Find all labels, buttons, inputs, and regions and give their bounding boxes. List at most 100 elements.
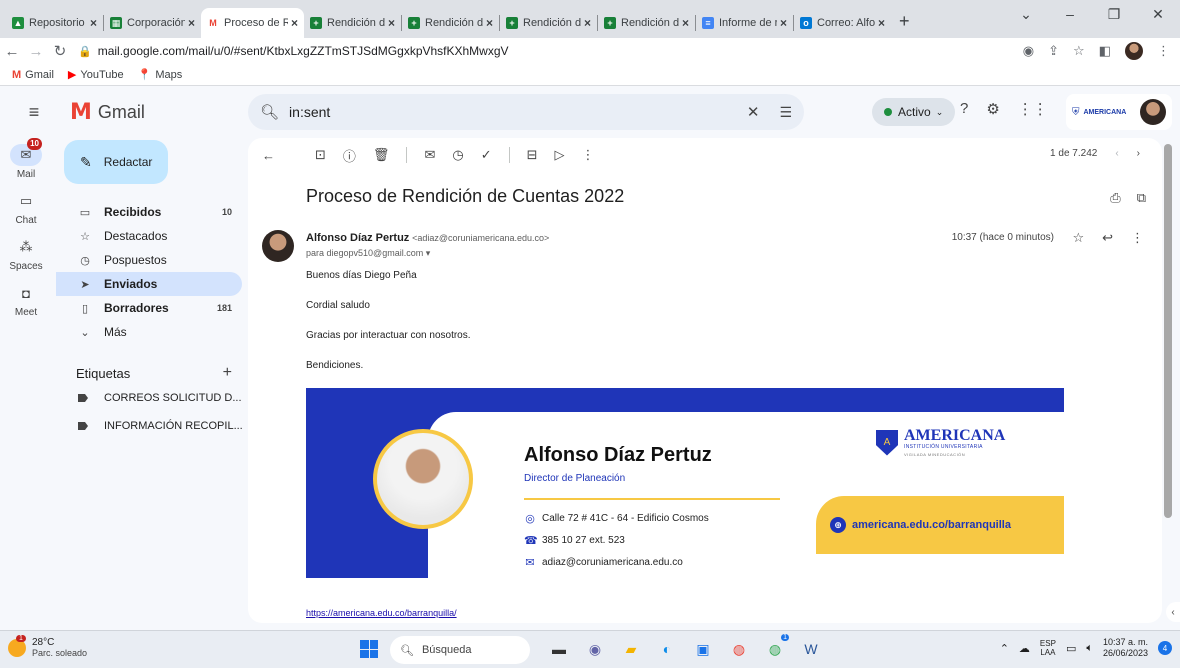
apps-grid-icon[interactable]: ⋮⋮ xyxy=(1018,100,1048,118)
sender-avatar[interactable] xyxy=(262,230,294,262)
close-icon[interactable]: × xyxy=(188,16,195,30)
close-icon[interactable]: × xyxy=(291,16,298,30)
gear-icon[interactable]: ⚙ xyxy=(986,100,999,118)
cloud-icon[interactable]: ☁ xyxy=(1019,642,1030,655)
label-item[interactable]: CORREOS SOLICITUD D... xyxy=(56,386,246,410)
bookmark-gmail[interactable]: M Gmail xyxy=(12,69,54,81)
teams-chat-icon[interactable]: ◉ xyxy=(584,637,606,661)
volume-icon[interactable]: 🔈︎ xyxy=(1086,642,1093,655)
rail-meet[interactable]: ◘ Meet xyxy=(0,278,52,324)
chrome-profile-icon[interactable]: ◍ 1 xyxy=(764,634,789,661)
mark-unread-icon[interactable]: ✉ xyxy=(424,147,435,163)
sender-name[interactable]: Alfonso Díaz Pertuz xyxy=(306,232,409,244)
window-close-icon[interactable]: ✕ xyxy=(1136,2,1180,26)
tray-overflow-icon[interactable]: ⌃ xyxy=(1000,642,1009,655)
forward-icon[interactable]: → xyxy=(24,43,48,60)
file-explorer-icon[interactable]: ▰ xyxy=(620,637,642,661)
chrome-icon[interactable]: ◍ xyxy=(728,637,750,661)
label-as-icon[interactable]: ▷ xyxy=(555,147,565,163)
browser-tab[interactable]: + Rendición de × xyxy=(304,8,401,38)
rail-chat[interactable]: ▭ Chat xyxy=(0,186,52,232)
archive-icon[interactable]: ⊡ xyxy=(315,147,326,163)
folder-pospuestos[interactable]: ◷ Pospuestos xyxy=(56,248,242,272)
more-icon[interactable]: ⋮ xyxy=(1131,230,1144,246)
eye-icon[interactable]: ◉ xyxy=(1023,43,1034,59)
sidepanel-icon[interactable]: ◧ xyxy=(1099,43,1111,59)
report-spam-icon[interactable]: ⓘ xyxy=(343,146,356,165)
clock[interactable]: 10:37 a. m. 26/06/2023 xyxy=(1103,637,1148,659)
star-icon[interactable]: ☆ xyxy=(1072,230,1084,246)
folder-destacados[interactable]: ☆ Destacados xyxy=(56,224,242,248)
close-icon[interactable]: × xyxy=(388,16,395,30)
open-new-window-icon[interactable]: ⧉ xyxy=(1137,190,1146,206)
folder-enviados[interactable]: ➤ Enviados xyxy=(56,272,242,296)
windows-start-icon[interactable] xyxy=(360,640,378,658)
word-icon[interactable]: W xyxy=(800,637,822,661)
snooze-icon[interactable]: ◷ xyxy=(452,147,463,163)
close-icon[interactable]: × xyxy=(584,16,591,30)
recipient-line[interactable]: para diegopv510@gmail.com ▾ xyxy=(306,248,430,259)
edge-icon[interactable]: ◐ xyxy=(656,637,678,661)
share-icon[interactable]: ⇪ xyxy=(1048,43,1059,59)
close-icon[interactable]: × xyxy=(682,16,689,30)
url-field[interactable]: 🔒 mail.google.com/mail/u/0/#sent/KtbxLxgZ… xyxy=(78,44,1023,58)
move-to-icon[interactable]: ⊟ xyxy=(527,147,538,163)
notification-badge[interactable]: 4 xyxy=(1158,641,1172,655)
star-icon[interactable]: ☆ xyxy=(1073,43,1085,59)
label-item[interactable]: INFORMACIÓN RECOPIL... xyxy=(56,414,246,438)
kebab-menu-icon[interactable]: ⋮ xyxy=(1157,43,1170,59)
browser-tab[interactable]: + Rendición de × xyxy=(500,8,597,38)
restore-icon[interactable]: ❐ xyxy=(1092,2,1136,26)
print-icon[interactable]: ⎙ xyxy=(1110,190,1120,206)
browser-tab[interactable]: + Rendición de × xyxy=(402,8,499,38)
browser-tab[interactable]: o Correo: Alfon × xyxy=(794,8,891,38)
gmail-logo[interactable]: M Gmail xyxy=(70,100,145,125)
store-icon[interactable]: ▣ xyxy=(692,637,714,661)
compose-button[interactable]: ✎ Redactar xyxy=(64,140,168,184)
browser-tab-active[interactable]: MProceso de Re× xyxy=(201,8,304,38)
help-icon[interactable]: ? xyxy=(960,100,968,118)
task-view-icon[interactable]: ▬ xyxy=(548,637,570,661)
more-options-icon[interactable]: ⋮ xyxy=(582,147,595,163)
folder-borradores[interactable]: ▯ Borradores 181 xyxy=(56,296,242,320)
browser-tab[interactable]: ▦Corporación U× xyxy=(104,8,201,38)
display-icon[interactable]: ▭ xyxy=(1066,642,1076,655)
scrollbar[interactable] xyxy=(1162,138,1174,623)
clear-search-icon[interactable]: ✕ xyxy=(747,103,760,121)
add-label-icon[interactable]: + xyxy=(223,364,232,382)
main-menu-icon[interactable]: ≡ xyxy=(20,102,48,123)
scrollbar-thumb[interactable] xyxy=(1164,144,1172,518)
add-task-icon[interactable]: ✓ xyxy=(481,147,492,163)
minimize-icon[interactable]: – xyxy=(1048,2,1092,26)
rail-mail[interactable]: ✉ 10 Mail xyxy=(0,138,52,186)
close-icon[interactable]: × xyxy=(486,16,493,30)
delete-icon[interactable]: 🗑︎ xyxy=(373,147,390,163)
browser-tab[interactable]: + Rendición de × xyxy=(598,8,695,38)
browser-tab[interactable]: ≡Informe de re× xyxy=(696,8,793,38)
back-icon[interactable]: ← xyxy=(0,43,24,60)
profile-avatar[interactable] xyxy=(1125,42,1143,60)
new-tab-icon[interactable]: + xyxy=(899,11,910,32)
back-to-list-icon[interactable]: ← xyxy=(262,148,275,163)
search-input[interactable] xyxy=(289,104,747,120)
browser-tab[interactable]: ▲Repositorio de× xyxy=(6,8,103,38)
bookmark-youtube[interactable]: ▶ YouTube xyxy=(68,68,124,82)
search-icon[interactable]: 🔍︎ xyxy=(260,103,279,121)
account-badge[interactable]: ⛨ AMERICANA xyxy=(1066,94,1172,130)
close-icon[interactable]: × xyxy=(90,16,97,30)
bookmark-maps[interactable]: 📍 Maps xyxy=(138,68,183,82)
search-options-icon[interactable]: ☰ xyxy=(779,104,792,121)
status-selector[interactable]: Activo ⌄ xyxy=(872,98,956,126)
taskbar-search[interactable]: 🔍︎ Búsqueda xyxy=(390,636,530,664)
next-page-icon[interactable]: › xyxy=(1137,148,1140,159)
prev-page-icon[interactable]: ‹ xyxy=(1115,148,1118,159)
tab-search-icon[interactable]: ⌄ xyxy=(1004,2,1048,26)
reply-icon[interactable]: ↩ xyxy=(1102,230,1113,246)
signature-website[interactable]: ⊕ americana.edu.co/barranquilla xyxy=(816,496,1064,554)
side-panel-toggle[interactable]: ‹ xyxy=(1166,602,1180,622)
reload-icon[interactable]: ↻ xyxy=(48,42,72,60)
language-indicator[interactable]: ESP LAA xyxy=(1040,639,1056,657)
weather-widget[interactable]: 1 28°C Parc. soleado xyxy=(8,634,87,658)
close-icon[interactable]: × xyxy=(878,16,885,30)
folder-mas[interactable]: ⌄ Más xyxy=(56,320,242,344)
